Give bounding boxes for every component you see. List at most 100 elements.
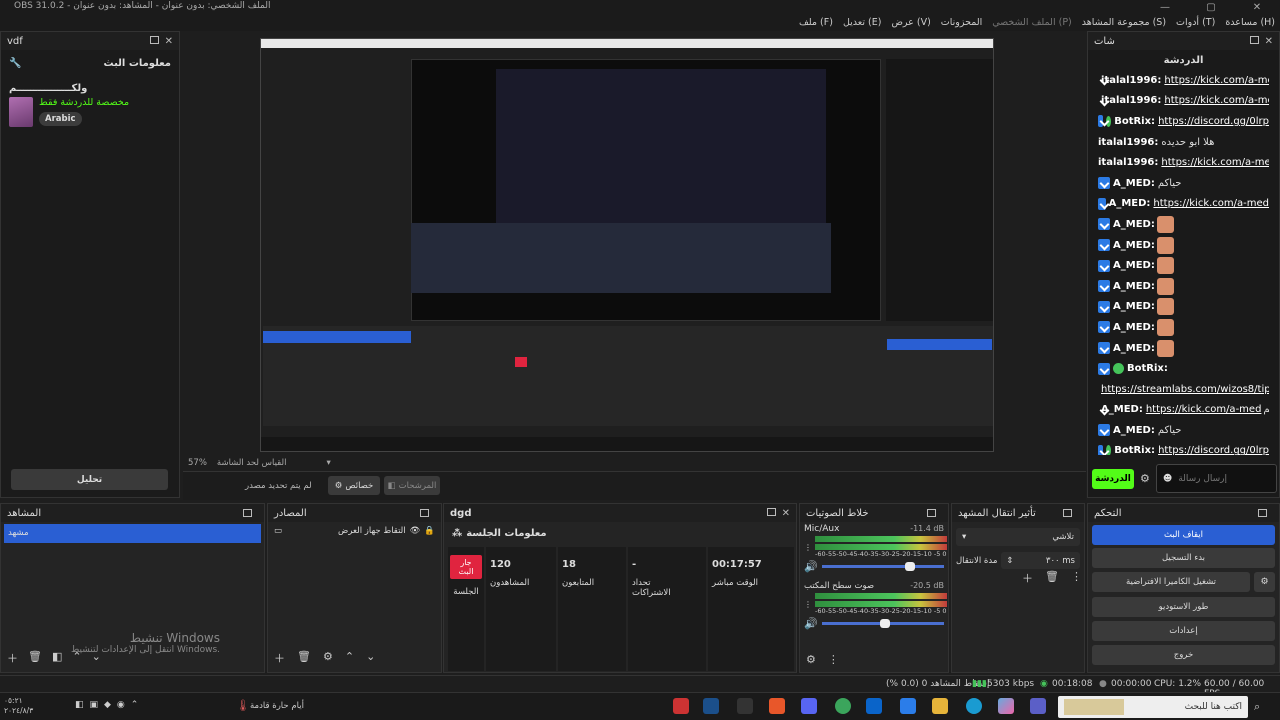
chat-username[interactable]: italal1996: [1101,95,1161,106]
trash-icon[interactable]: 🗑 [1045,570,1059,586]
chat-username[interactable]: italal1996: [1098,157,1158,168]
wrench-icon[interactable]: 🔧 [9,58,21,69]
preview-canvas[interactable] [260,38,994,452]
chat-username[interactable]: A_MED: [1113,322,1155,333]
app-icon-edge[interactable] [966,698,982,714]
close-icon[interactable]: ✕ [165,36,173,47]
close-button[interactable]: ✕ [1234,0,1280,15]
emoji-icon[interactable]: ☻ [1163,474,1172,484]
app-icon-steam[interactable] [703,698,719,714]
chat-username[interactable]: BotRix: [1114,445,1155,455]
settings-button[interactable]: إعدادات [1092,621,1275,641]
eye-icon[interactable]: 👁 [410,526,421,536]
float-icon[interactable] [149,35,159,44]
app-icon-terminal[interactable] [737,698,753,714]
chat-link[interactable]: https://kick.com/a-med [1153,198,1269,209]
start-recording-button[interactable]: بدء التسجيل [1092,548,1275,568]
app-icon-chrome[interactable] [835,698,851,714]
float-icon[interactable] [243,509,252,517]
menu-profile[interactable]: الملف الشخصي (P) [987,15,1077,31]
chat-username[interactable]: A_MED: [1113,219,1155,230]
arrow-down-icon[interactable]: ⌄ [366,650,375,666]
properties-button[interactable]: ⚙ خصائص [328,476,380,495]
float-icon[interactable] [1258,509,1267,517]
chat-link[interactable]: https://kick.com/a-med [1161,157,1269,168]
taskbar-search[interactable]: اكتب هنا للبحث [1058,696,1248,718]
menu-icon[interactable]: ⋮ [1071,570,1082,586]
speaker-icon[interactable]: 🔊 [804,617,818,630]
maximize-button[interactable]: ▢ [1188,0,1234,15]
chat-username[interactable]: BotRix: [1114,116,1155,127]
menu-icon[interactable]: ⋮ [804,600,812,609]
menu-docks[interactable]: المحزونات [936,15,987,31]
volume-slider[interactable] [821,619,944,628]
float-icon[interactable] [927,509,936,517]
chat-send-button[interactable]: الدردشة [1092,468,1134,489]
chat-username[interactable]: A_MED: [1113,240,1155,251]
chat-link[interactable]: https://kick.com/a-med [1164,75,1269,86]
float-icon[interactable] [1063,509,1072,517]
close-icon[interactable]: ✕ [782,508,790,519]
virtual-camera-button[interactable]: تشغيل الكاميرا الافتراضية [1092,572,1250,592]
transition-select[interactable]: ▾ تلاشي [956,528,1080,546]
chat-link[interactable]: https://discord.gg/0lrp [1158,445,1269,455]
menu-help[interactable]: مساعدة (H) [1220,15,1280,31]
menu-tools[interactable]: أدوات (T) [1171,15,1220,31]
app-icon-store[interactable] [900,698,916,714]
trash-icon[interactable]: 🗑 [297,650,311,666]
arrow-up-icon[interactable]: ⌃ [345,650,354,666]
app-icon-obs[interactable] [673,698,689,714]
float-icon[interactable] [766,507,776,516]
chat-link[interactable]: https://kick.com/a-med [1146,404,1262,415]
app-icon-outlook[interactable] [866,698,882,714]
trash-icon[interactable]: 🗑 [28,650,42,666]
app-icon-copilot[interactable] [998,698,1014,714]
add-icon[interactable]: ＋ [274,650,285,666]
menu-icon[interactable]: ⋮ [828,653,839,666]
lock-icon[interactable]: 🔒 [424,526,435,536]
gear-icon[interactable]: ⚙ [1140,472,1150,485]
menu-view[interactable]: عرض (V) [886,15,935,31]
chat-input[interactable]: ☻ إرسال رسالة [1155,464,1277,493]
add-icon[interactable]: ＋ [1022,570,1033,586]
weather-text[interactable]: أيام حارة قادمة [250,701,304,711]
menu-file[interactable]: ملف (F) [794,15,838,31]
app-icon-discord[interactable] [801,698,817,714]
speaker-icon[interactable]: 🔊 [804,560,818,573]
app-icon-brave[interactable] [769,698,785,714]
chat-link[interactable]: https://kick.com/a-med [1164,95,1269,106]
app-icon-files[interactable] [932,698,948,714]
exit-button[interactable]: خروج [1092,645,1275,665]
chat-link[interactable]: https://streamlabs.com/wizos8/tip [1101,384,1269,395]
close-icon[interactable]: ✕ [1265,36,1273,47]
chat-username[interactable]: A_MED: [1113,343,1155,354]
chat-link[interactable]: https://discord.gg/0lrp [1158,116,1269,127]
chat-username[interactable]: italal1996: [1098,137,1158,148]
duration-input[interactable]: ⇕ ٣٠٠ ms [1001,552,1080,569]
volume-slider[interactable] [821,562,944,571]
float-icon[interactable] [420,509,429,517]
gear-icon[interactable]: ⋮ [804,543,812,552]
stop-streaming-button[interactable]: ايقاف البث [1092,525,1275,545]
chat-username[interactable]: italal1996: [1101,75,1161,86]
filters-button[interactable]: ◧ المرشحات [384,476,440,495]
tray-icons[interactable]: ◧▣◆◉⌃ [75,700,144,710]
search-icon[interactable]: ⌕ [1254,700,1260,714]
chat-username[interactable]: BotRix: [1127,363,1168,374]
stepper-icon[interactable]: ⇕ [1006,556,1013,566]
preview-zoom[interactable]: 57% القياس لحد الشاشة ▾ [188,458,331,468]
source-item[interactable]: ▭ 🔒 👁 التقاط جهاز العرض [268,522,441,540]
app-icon-teams[interactable] [1030,698,1046,714]
edit-button[interactable]: تحليل [11,469,168,490]
chat-username[interactable]: A_MED: [1113,301,1155,312]
chat-username[interactable]: A_MED: [1113,260,1155,271]
chat-username[interactable]: A_MED: [1109,198,1151,209]
studio-mode-button[interactable]: طور الاستوديو [1092,597,1275,617]
gear-icon[interactable]: ⚙ [1254,572,1275,592]
menu-edit[interactable]: تعديل (E) [838,15,887,31]
minimize-button[interactable]: — [1142,0,1188,15]
add-icon[interactable]: ＋ [7,650,18,666]
gear-icon[interactable]: ⚙ [323,650,333,666]
chat-username[interactable]: A_MED: [1113,178,1155,189]
scene-item[interactable]: مشهد [4,524,261,543]
